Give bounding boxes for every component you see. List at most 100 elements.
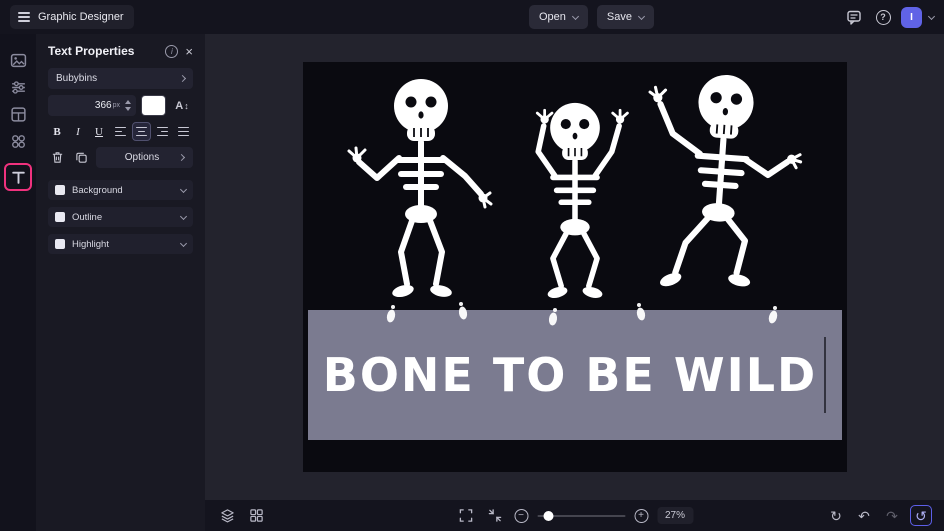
options-label: Options xyxy=(124,152,160,163)
rail-item-media[interactable] xyxy=(6,48,30,72)
work-area: BONE TO BE WILD − + 27% ↻ ↶ ↷ ↺ xyxy=(205,34,944,531)
align-right-icon xyxy=(157,126,168,137)
layers-button[interactable] xyxy=(217,506,237,526)
text-properties-panel: Text Properties i × Bubybins 366 px A ↕ xyxy=(36,34,205,531)
zoom-level: 27% xyxy=(656,507,694,524)
align-left-button[interactable] xyxy=(111,122,130,141)
italic-button[interactable]: I xyxy=(69,122,87,141)
chevron-down-icon xyxy=(179,212,188,220)
letter-spacing-button[interactable]: A ↕ xyxy=(171,95,193,116)
open-button[interactable]: Open xyxy=(529,5,588,29)
avatar[interactable]: I xyxy=(901,6,922,28)
chat-icon xyxy=(847,10,861,25)
undo-button[interactable]: ↶ xyxy=(854,506,874,526)
align-center-button[interactable] xyxy=(132,122,151,141)
layout-icon xyxy=(10,106,26,122)
outline-checkbox[interactable] xyxy=(55,212,65,222)
rail-item-adjustments[interactable] xyxy=(6,75,30,99)
top-bar: Graphic Designer Open Save ? I xyxy=(0,0,944,34)
chevron-down-icon xyxy=(179,185,188,193)
close-icon[interactable]: × xyxy=(185,45,193,58)
font-family-value: Bubybins xyxy=(56,73,98,84)
artboard[interactable]: BONE TO BE WILD xyxy=(302,62,847,472)
zoom-slider[interactable] xyxy=(536,510,625,521)
rail-item-elements[interactable] xyxy=(6,129,30,153)
zoom-slider-knob[interactable] xyxy=(542,510,553,521)
bottom-toolbar: − + 27% ↻ ↶ ↷ ↺ xyxy=(205,500,944,531)
font-size-input[interactable]: 366 px xyxy=(48,95,136,116)
updown-arrows-icon: ↕ xyxy=(184,100,189,111)
zoom-in-button[interactable]: + xyxy=(633,508,648,523)
zoom-to-fit-button[interactable] xyxy=(485,506,505,526)
section-highlight[interactable]: Highlight xyxy=(48,234,193,254)
section-label: Outline xyxy=(72,211,103,223)
pages-button[interactable] xyxy=(246,506,266,526)
canvas-background: BONE TO BE WILD xyxy=(205,34,944,500)
tool-rail xyxy=(0,34,36,531)
align-justify-button[interactable] xyxy=(174,122,193,141)
refresh-button[interactable]: ↻ xyxy=(826,506,846,526)
info-icon[interactable]: i xyxy=(165,44,179,58)
align-justify-icon xyxy=(178,126,189,137)
redo-button[interactable]: ↷ xyxy=(882,506,902,526)
text-color-swatch[interactable] xyxy=(141,95,166,116)
selected-text-element[interactable]: BONE TO BE WILD xyxy=(307,310,842,440)
duplicate-icon xyxy=(76,152,87,163)
section-label: Background xyxy=(72,184,123,196)
section-label: Highlight xyxy=(72,238,109,250)
font-size-value: 366 xyxy=(94,100,112,111)
app-title: Graphic Designer xyxy=(38,11,124,23)
layers-icon xyxy=(220,509,234,523)
skeletons-illustration xyxy=(347,74,802,326)
canvas-headline-text[interactable]: BONE TO BE WILD xyxy=(323,348,817,402)
grid-icon xyxy=(249,509,263,522)
fullscreen-icon xyxy=(459,509,473,522)
underline-button[interactable]: U xyxy=(90,122,108,141)
options-button[interactable]: Options xyxy=(96,147,193,168)
delete-button[interactable] xyxy=(48,148,67,167)
chevron-down-icon xyxy=(637,12,646,20)
panel-title: Text Properties xyxy=(48,44,135,58)
trash-icon xyxy=(52,152,63,163)
file-actions: Open Save xyxy=(529,5,654,29)
text-icon xyxy=(11,171,25,184)
align-left-icon xyxy=(115,126,126,137)
align-center-icon xyxy=(136,126,147,137)
duplicate-button[interactable] xyxy=(72,148,91,167)
save-button-label: Save xyxy=(606,11,632,23)
zoom-out-button[interactable]: − xyxy=(513,508,528,523)
help-icon: ? xyxy=(875,9,891,25)
rail-item-text[interactable] xyxy=(6,165,30,189)
help-button[interactable]: ? xyxy=(872,6,894,28)
image-icon xyxy=(10,53,26,67)
history-button[interactable]: ↺ xyxy=(910,505,932,526)
section-background[interactable]: Background xyxy=(48,180,193,200)
letter-a-icon: A xyxy=(175,99,184,112)
font-family-select[interactable]: Bubybins xyxy=(48,68,193,89)
topbar-right: ? I xyxy=(843,6,936,28)
chevron-right-icon xyxy=(178,74,187,83)
feedback-button[interactable] xyxy=(843,6,865,28)
chevron-right-icon xyxy=(177,153,186,162)
open-button-label: Open xyxy=(539,11,566,23)
section-outline[interactable]: Outline xyxy=(48,207,193,227)
save-button[interactable]: Save xyxy=(596,5,654,29)
app-menu-chip[interactable]: Graphic Designer xyxy=(10,5,134,29)
chevron-down-icon xyxy=(179,239,188,247)
shrink-icon xyxy=(488,509,502,522)
fit-screen-button[interactable] xyxy=(456,506,476,526)
text-cursor xyxy=(824,337,827,413)
rail-item-templates[interactable] xyxy=(6,102,30,126)
hamburger-menu-icon xyxy=(18,12,30,22)
chevron-down-icon xyxy=(571,12,579,20)
size-decrease-stepper[interactable] xyxy=(125,107,131,111)
background-checkbox[interactable] xyxy=(55,185,65,195)
sliders-icon xyxy=(11,80,25,94)
shapes-icon xyxy=(11,134,25,148)
bold-button[interactable]: B xyxy=(48,122,66,141)
account-chevron-down-icon[interactable] xyxy=(927,12,936,20)
font-size-unit: px xyxy=(112,102,120,109)
size-increase-stepper[interactable] xyxy=(125,100,131,104)
align-right-button[interactable] xyxy=(153,122,172,141)
highlight-checkbox[interactable] xyxy=(55,239,65,249)
